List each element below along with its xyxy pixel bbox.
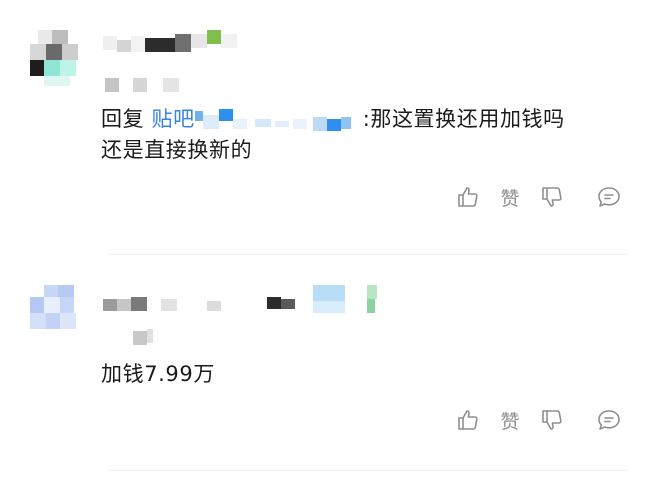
dislike-button[interactable] [539,182,565,212]
comment-bubble-icon [598,410,620,430]
comment-meta [103,329,163,347]
thumb-down-icon [542,187,562,207]
comment-actions: 赞 [455,182,625,212]
blurred-mention [194,105,363,135]
comment-item: 加钱7.99万 赞 [0,255,650,483]
reply-prefix: 回复 [101,107,145,131]
username[interactable] [103,285,393,315]
comment-bubble-icon [598,187,620,207]
avatar[interactable] [30,285,82,329]
thumb-up-icon [458,410,478,430]
comment-text-line1: 加钱7.99万 [101,362,215,386]
dislike-button[interactable] [539,405,565,435]
comment-actions: 赞 [455,405,625,435]
mention-link[interactable]: 贴吧 [151,107,194,131]
username[interactable] [103,30,243,56]
reply-button[interactable] [595,182,623,212]
avatar[interactable] [30,30,82,86]
like-count: 赞 [498,405,522,435]
comment-text: 加钱7.99万 [101,359,621,389]
comment-meta [103,76,193,92]
like-label: 赞 [500,187,520,210]
thumb-down-icon [542,410,562,430]
comment-item: 回复 贴吧 :那这置换还用加钱吗 还是直接换新的 赞 [0,0,650,255]
comment-divider [108,470,628,471]
comment-text-line2: 还是直接换新的 [101,138,253,162]
like-button[interactable] [455,405,481,435]
like-button[interactable] [455,182,481,212]
reply-button[interactable] [595,405,623,435]
comment-text-line1: 回复 贴吧 :那这置换还用加钱吗 [101,104,621,135]
comment-text: 回复 贴吧 :那这置换还用加钱吗 还是直接换新的 [101,104,621,165]
reply-body-line1: :那这置换还用加钱吗 [362,107,565,131]
like-count: 赞 [498,182,522,212]
thumb-up-icon [458,187,478,207]
like-label: 赞 [500,410,520,433]
